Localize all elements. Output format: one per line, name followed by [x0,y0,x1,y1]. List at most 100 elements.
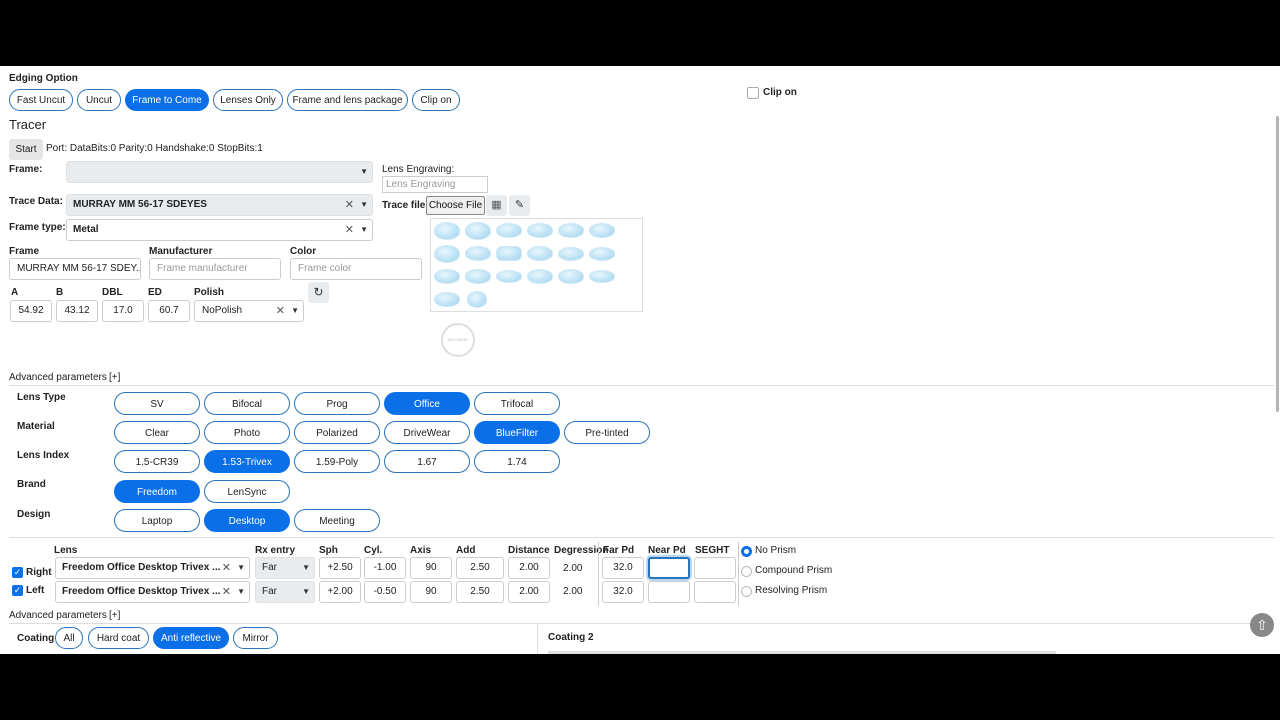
material-bluefilter-button[interactable]: BlueFilter [474,421,560,444]
lens-shape-icon[interactable] [434,292,460,307]
right-checkbox[interactable]: ✓ [12,567,23,578]
edging-frame-to-come-button[interactable]: Frame to Come [125,89,209,111]
polish-select[interactable]: NoPolish ✕ ▼ [194,300,304,322]
start-button[interactable]: Start [9,139,43,160]
lens-index-174-button[interactable]: 1.74 [474,450,560,473]
material-clear-button[interactable]: Clear [114,421,200,444]
lens-index-cr39-button[interactable]: 1.5-CR39 [114,450,200,473]
frame-type-select[interactable]: Metal ✕ ▼ [66,219,373,241]
clear-icon[interactable]: ✕ [276,301,285,321]
clear-icon[interactable]: ✕ [222,558,231,578]
qr-scan-icon[interactable]: ▦ [486,195,507,216]
brand-freedom-button[interactable]: Freedom [114,480,200,503]
lens-shape-icon[interactable] [465,269,491,284]
no-prism-radio[interactable] [741,546,752,557]
lens-shape-icon[interactable] [589,247,615,261]
material-polarized-button[interactable]: Polarized [294,421,380,444]
lens-shape-icon[interactable] [527,246,553,261]
right-seght-field[interactable] [694,557,736,579]
resolving-prism-radio[interactable] [741,586,752,597]
lens-shape-icon[interactable] [589,223,615,238]
lens-shape-icon[interactable] [496,246,522,261]
scrollbar-thumb[interactable] [1276,116,1279,412]
edging-uncut-button[interactable]: Uncut [77,89,121,111]
dbl-field[interactable]: 17.0 [102,300,144,322]
lens-engraving-input[interactable]: Lens Engraving [382,176,488,193]
advanced-parameters-toggle[interactable]: [+] [109,372,120,383]
clear-icon[interactable]: ✕ [345,220,354,240]
ed-field[interactable]: 60.7 [148,300,190,322]
left-sph-field[interactable]: +2.00 [319,581,361,603]
edging-fast-uncut-button[interactable]: Fast Uncut [9,89,73,111]
left-checkbox[interactable]: ✓ [12,585,23,596]
color-field[interactable]: Frame color [290,258,422,280]
lens-shape-icon[interactable] [434,245,460,263]
lens-shape-icon[interactable] [465,246,491,261]
left-near-pd-field[interactable] [648,581,690,603]
lens-type-sv-button[interactable]: SV [114,392,200,415]
lens-type-bifocal-button[interactable]: Bifocal [204,392,290,415]
left-axis-field[interactable]: 90 [410,581,452,603]
lens-shape-icon[interactable] [496,223,522,238]
design-desktop-button[interactable]: Desktop [204,509,290,532]
lens-shape-icon[interactable] [589,270,615,283]
right-far-pd-field[interactable]: 32.0 [602,557,644,579]
frame-select[interactable]: ▼ [66,161,373,183]
lens-shape-icon[interactable] [434,222,460,240]
left-lens-select[interactable]: Freedom Office Desktop Trivex ... ✕ ▼ [55,581,250,603]
design-laptop-button[interactable]: Laptop [114,509,200,532]
trace-data-select[interactable]: MURRAY MM 56-17 SDEYES ✕ ▼ [66,194,373,216]
a-field[interactable]: 54.92 [10,300,52,322]
lens-shape-icon[interactable] [527,223,553,238]
lens-index-trivex-button[interactable]: 1.53-Trivex [204,450,290,473]
lens-type-office-button[interactable]: Office [384,392,470,415]
material-drivewear-button[interactable]: DriveWear [384,421,470,444]
clip-on-checkbox[interactable] [747,87,759,99]
lens-type-trifocal-button[interactable]: Trifocal [474,392,560,415]
coating2-select-edge[interactable] [548,651,1056,654]
material-photo-button[interactable]: Photo [204,421,290,444]
material-pre-tinted-button[interactable]: Pre-tinted [564,421,650,444]
right-distance-field[interactable]: 2.00 [508,557,550,579]
lens-shape-icon[interactable] [467,291,487,308]
right-sph-field[interactable]: +2.50 [319,557,361,579]
manufacturer-field[interactable]: Frame manufacturer [149,258,281,280]
left-far-pd-field[interactable]: 32.0 [602,581,644,603]
lens-index-167-button[interactable]: 1.67 [384,450,470,473]
lens-shape-icon[interactable] [434,269,460,284]
scroll-to-top-icon[interactable]: ⇧ [1250,613,1274,637]
coating-anti-reflective-button[interactable]: Anti reflective [153,627,229,649]
brand-lensync-button[interactable]: LenSync [204,480,290,503]
design-meeting-button[interactable]: Meeting [294,509,380,532]
edging-clip-on-button[interactable]: Clip on [412,89,460,111]
b-field[interactable]: 43.12 [56,300,98,322]
lens-shape-icon[interactable] [527,269,553,284]
lens-index-poly-button[interactable]: 1.59-Poly [294,450,380,473]
edging-lenses-only-button[interactable]: Lenses Only [213,89,283,111]
left-cyl-field[interactable]: -0.50 [364,581,406,603]
right-cyl-field[interactable]: -1.00 [364,557,406,579]
right-rx-entry-select[interactable]: Far ▼ [255,557,315,579]
edit-pencil-icon[interactable]: ✎ [509,195,530,216]
left-rx-entry-select[interactable]: Far ▼ [255,581,315,603]
frame-name-field[interactable]: MURRAY MM 56-17 SDEY... [9,258,141,280]
coating-mirror-button[interactable]: Mirror [233,627,278,649]
lens-shape-icon[interactable] [465,222,491,240]
clear-icon[interactable]: ✕ [345,195,354,215]
left-add-field[interactable]: 2.50 [456,581,504,603]
lens-shape-icon[interactable] [496,270,522,283]
refresh-icon[interactable]: ↻ [308,282,329,303]
right-lens-select[interactable]: Freedom Office Desktop Trivex ... ✕ ▼ [55,557,250,579]
right-add-field[interactable]: 2.50 [456,557,504,579]
right-axis-field[interactable]: 90 [410,557,452,579]
left-distance-field[interactable]: 2.00 [508,581,550,603]
coating-hard-coat-button[interactable]: Hard coat [88,627,149,649]
clear-icon[interactable]: ✕ [222,582,231,602]
right-near-pd-field[interactable] [648,557,690,579]
edging-frame-and-lens-package-button[interactable]: Frame and lens package [287,89,408,111]
lens-shape-icon[interactable] [558,223,584,238]
advanced-parameters-toggle[interactable]: [+] [109,610,120,621]
left-seght-field[interactable] [694,581,736,603]
lens-type-prog-button[interactable]: Prog [294,392,380,415]
lens-shape-icon[interactable] [558,247,584,261]
